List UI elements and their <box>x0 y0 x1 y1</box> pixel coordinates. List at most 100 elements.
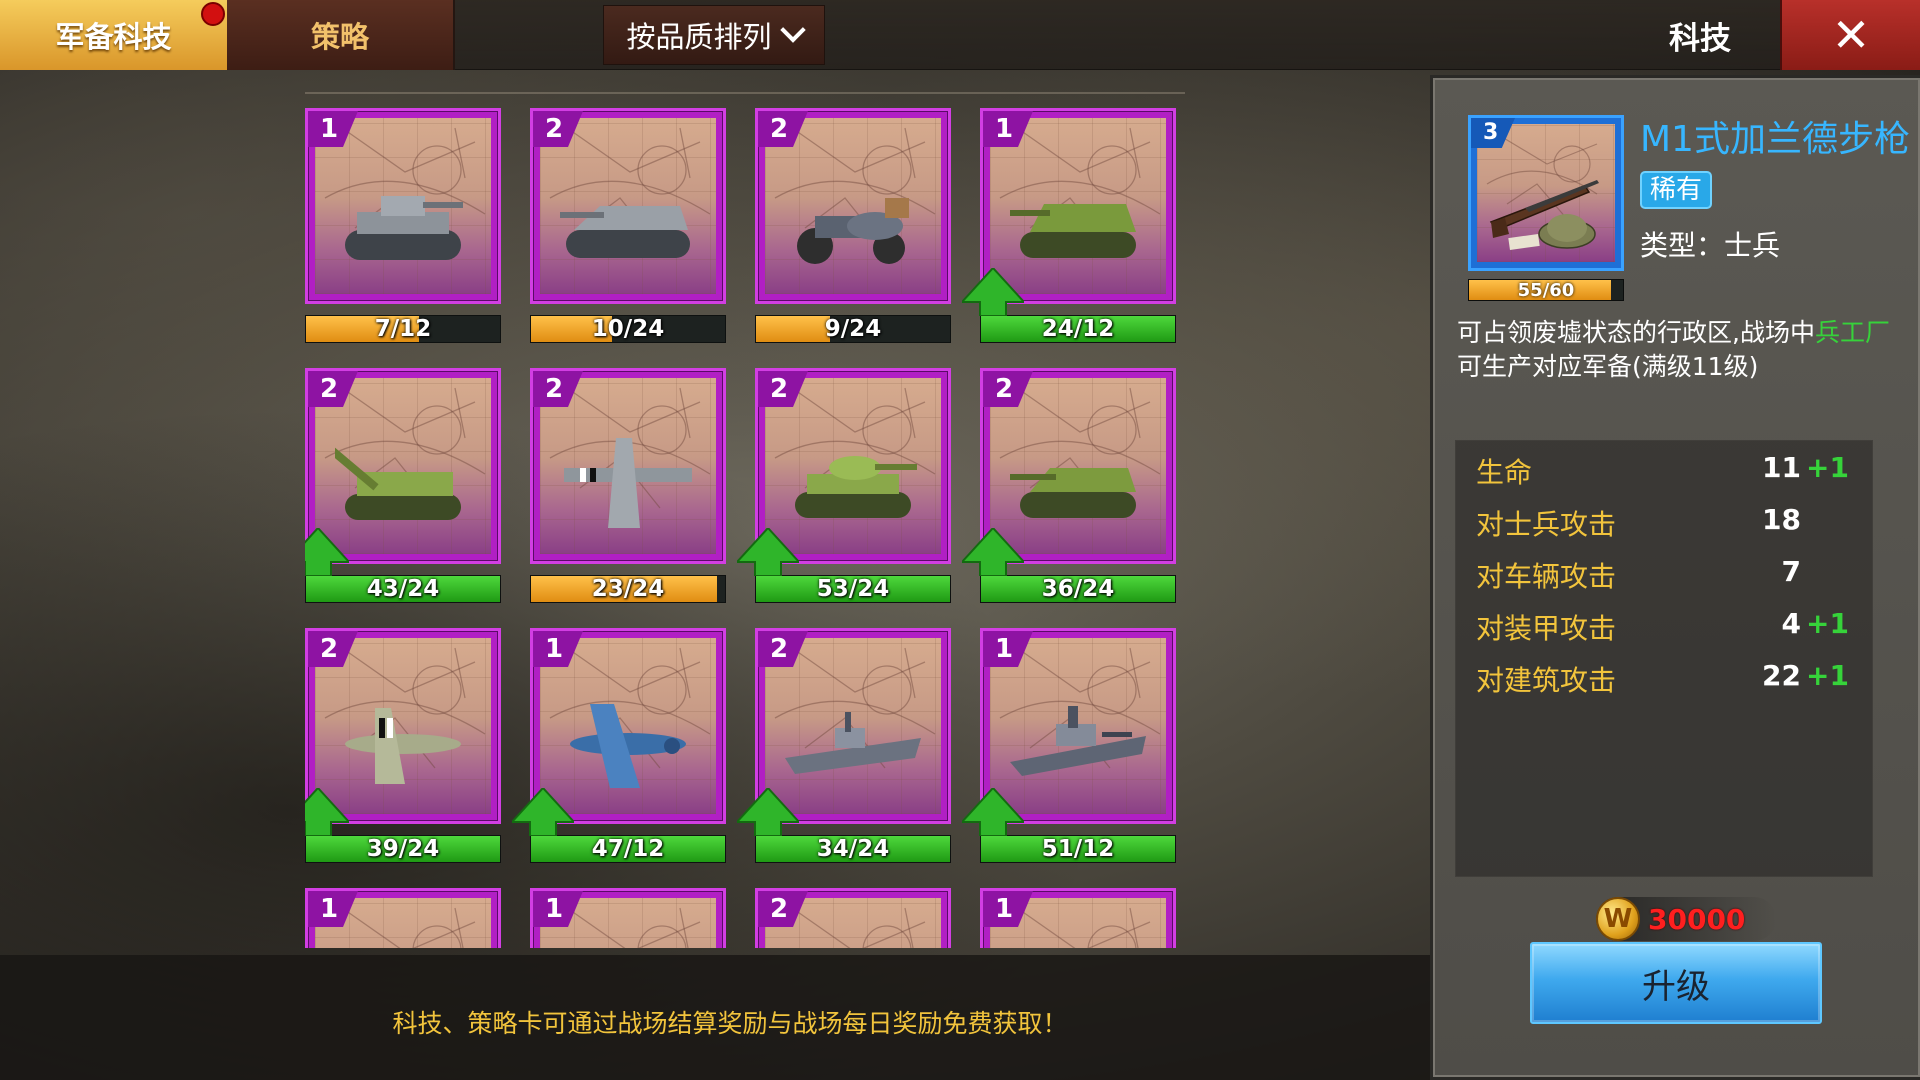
stat-label: 对装甲攻击 <box>1476 612 1617 645</box>
progress-bar: 39/24 <box>305 835 501 863</box>
tech-card[interactable]: 1 <box>305 888 501 948</box>
tech-card-grid: 1 7/12 2 10/24 2 9/24 1 24/12 2 43/24 2 23/24 2 53/24… <box>305 108 1185 948</box>
tech-card[interactable]: 2 23/24 <box>530 368 726 603</box>
progress-bar: 7/12 <box>305 315 501 343</box>
stat-value: 7 <box>1781 555 1801 588</box>
progress-text: 39/24 <box>366 836 440 862</box>
stat-bonus: +1 <box>1806 659 1849 692</box>
tank-destroyer-icon <box>1010 204 1136 258</box>
progress-text: 23/24 <box>591 576 665 602</box>
stat-value: 18 <box>1762 503 1801 536</box>
stats-box: 生命 11 +1 对士兵攻击 18 对车辆攻击 7 对装甲攻击 4 +1 对建筑攻击 22 +1 <box>1455 440 1873 877</box>
upgrade-arrow-icon <box>512 788 574 836</box>
progress-text: 10/24 <box>591 316 665 342</box>
bomber-plane-icon <box>564 438 692 528</box>
tech-card[interactable]: 2 10/24 <box>530 108 726 343</box>
stat-row: 生命 11 +1 <box>1476 451 1856 491</box>
progress-bar: 47/12 <box>530 835 726 863</box>
description-part2: 可生产对应军备(满级11级) <box>1457 352 1759 381</box>
tech-card[interactable]: 1 <box>980 888 1176 948</box>
card-frame: 1 <box>305 888 501 948</box>
upgrade-arrow-icon <box>962 268 1024 316</box>
progress-bar: 24/12 <box>980 315 1176 343</box>
progress-text: 51/12 <box>1041 836 1115 862</box>
tech-card[interactable]: 1 47/12 <box>512 628 726 863</box>
upgrade-button[interactable]: 升级 <box>1530 942 1822 1024</box>
stat-value: 22 <box>1762 659 1801 692</box>
progress-bar: 23/24 <box>530 575 726 603</box>
progress-text: 7/12 <box>374 316 432 342</box>
progress-bar: 34/24 <box>755 835 951 863</box>
tab-strategy[interactable]: 策略 <box>227 0 455 70</box>
stat-row: 对装甲攻击 4 +1 <box>1476 607 1856 647</box>
upgrade-arrow-icon <box>737 528 799 576</box>
tech-card[interactable]: 2 53/24 <box>737 368 951 603</box>
close-button[interactable]: ✕ <box>1780 0 1920 70</box>
stat-row: 对车辆攻击 7 <box>1476 555 1856 595</box>
card-frame: 2 <box>755 888 951 948</box>
card-frame: 2 <box>755 108 951 304</box>
medium-tank-icon <box>795 456 917 518</box>
chevron-down-icon <box>779 17 806 43</box>
progress-text: 43/24 <box>366 576 440 602</box>
stat-label: 对士兵攻击 <box>1476 508 1617 541</box>
progress-bar: 9/24 <box>755 315 951 343</box>
tech-card[interactable]: 1 7/12 <box>305 108 501 343</box>
sort-dropdown[interactable]: 按品质排列 <box>603 5 825 65</box>
tech-card[interactable]: 2 34/24 <box>737 628 951 863</box>
panzer-tank-icon <box>345 196 463 260</box>
rarity-badge: 稀有 <box>1640 171 1712 209</box>
blue-fighter-plane-icon <box>570 704 686 788</box>
progress-text: 36/24 <box>1041 576 1115 602</box>
card-frame: 1 <box>530 888 726 948</box>
tech-card[interactable]: 2 36/24 <box>962 368 1176 603</box>
m1-garand-rifle-icon <box>1489 180 1599 251</box>
card-frame: 2 <box>530 368 726 564</box>
progress-text: 24/12 <box>1041 316 1115 342</box>
progress-bar: 36/24 <box>980 575 1176 603</box>
progress-text: 9/24 <box>824 316 882 342</box>
stat-value: 11 <box>1762 451 1801 484</box>
spitfire-fighter-icon <box>345 708 461 784</box>
upgrade-arrow-icon <box>737 788 799 836</box>
stat-label: 对车辆攻击 <box>1476 560 1617 593</box>
tech-card[interactable]: 1 51/12 <box>962 628 1176 863</box>
tech-card[interactable]: 2 <box>755 888 951 948</box>
self-propelled-artillery-icon <box>335 445 461 520</box>
tech-card[interactable]: 2 43/24 <box>305 368 501 603</box>
stat-bonus: +1 <box>1806 607 1849 640</box>
upgrade-arrow-icon <box>962 788 1024 836</box>
unit-type: 类型：士兵 <box>1640 229 1781 262</box>
cost-value: 30000 <box>1648 902 1746 936</box>
progress-text: 53/24 <box>816 576 890 602</box>
sort-label: 按品质排列 <box>626 20 772 54</box>
card-frame: 2 <box>530 108 726 304</box>
stat-label: 对建筑攻击 <box>1476 664 1617 697</box>
description-highlight: 兵工厂 <box>1814 318 1890 347</box>
heavy-tank-destroyer-icon <box>1010 468 1136 518</box>
destroyer-ship-icon <box>785 712 921 774</box>
assault-gun-icon <box>560 206 690 258</box>
panel-title: 科技 <box>1669 20 1731 57</box>
tech-card[interactable]: 1 24/12 <box>962 108 1176 343</box>
tech-card[interactable]: 2 39/24 <box>305 628 501 863</box>
detail-progress-text: 55/60 <box>1517 280 1575 301</box>
divider <box>305 92 1185 94</box>
detail-progress-bar: 55/60 <box>1468 279 1624 301</box>
tech-card[interactable]: 1 <box>530 888 726 948</box>
stat-bonus: +1 <box>1806 451 1849 484</box>
close-icon: ✕ <box>1831 8 1871 62</box>
detail-description: 可占领废墟状态的行政区,战场中兵工厂可生产对应军备(满级11级) <box>1457 316 1897 384</box>
coin-icon: W <box>1596 897 1640 941</box>
notification-dot-icon <box>201 2 225 26</box>
tab-military-tech[interactable]: 军备科技 <box>0 0 227 70</box>
stat-row: 对建筑攻击 22 +1 <box>1476 659 1856 699</box>
progress-bar: 51/12 <box>980 835 1176 863</box>
battleship-icon <box>1010 706 1146 776</box>
tech-card[interactable]: 2 9/24 <box>755 108 951 343</box>
upgrade-arrow-icon <box>962 528 1024 576</box>
stat-row: 对士兵攻击 18 <box>1476 503 1856 543</box>
stat-value: 4 <box>1781 607 1801 640</box>
sidecar-motorcycle-icon <box>797 198 909 264</box>
card-frame: 1 <box>305 108 501 304</box>
